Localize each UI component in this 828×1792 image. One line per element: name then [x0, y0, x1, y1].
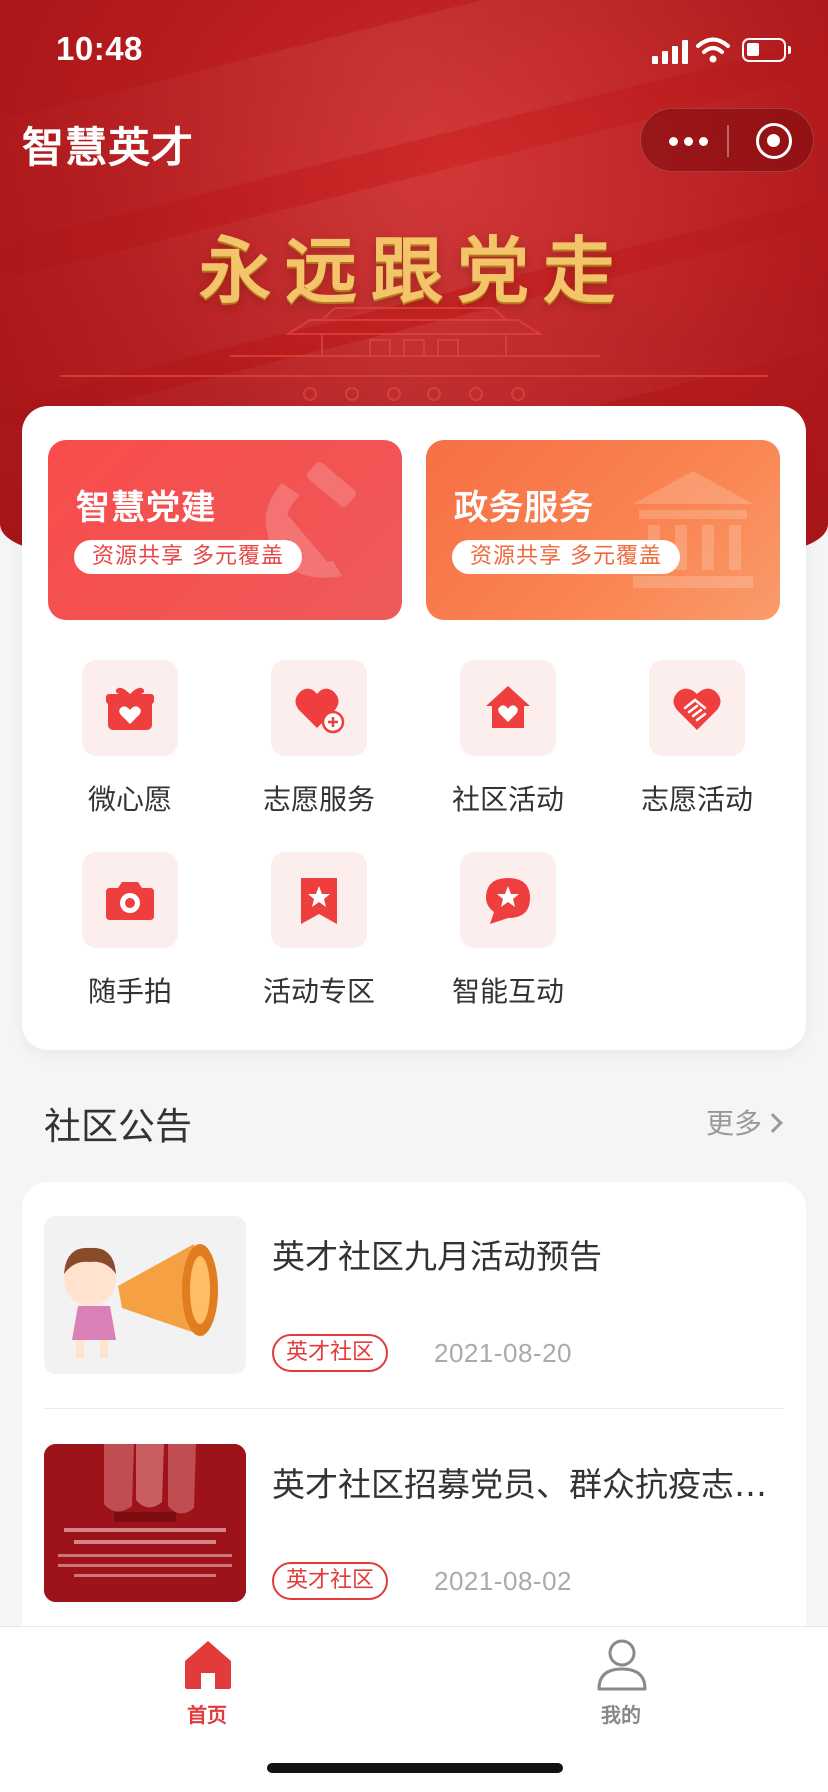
home-icon: [185, 1641, 231, 1689]
more-dots-icon[interactable]: [669, 133, 709, 149]
grid-item-label: 志愿活动: [640, 783, 753, 816]
tab-label: 我的: [601, 1703, 641, 1727]
list-item[interactable]: 英才社区招募党员、群众抗疫志愿者 英才社区 2021-08-02: [44, 1444, 784, 1624]
hammer-sickle-icon: [265, 461, 356, 578]
promo-subtitle: 资源共享 多元覆盖: [452, 540, 680, 574]
government-services-card[interactable]: 政务服务 资源共享 多元覆盖: [426, 440, 780, 620]
notices-more-link[interactable]: 更多: [705, 1102, 783, 1142]
house-heart-icon: [486, 686, 530, 728]
promo-title: 政务服务: [454, 488, 594, 528]
grid-item-smart-interaction[interactable]: 智能互动: [428, 852, 588, 1022]
heart-plus-icon: [295, 688, 345, 734]
services-card: 智慧党建 资源共享 多元覆盖 政务服务 资源共享 多元覆盖 微心愿 志愿服务 社…: [22, 406, 806, 1050]
notice-thumbnail: [44, 1444, 246, 1602]
government-building-icon: [633, 471, 753, 588]
grid-item-volunteer-service[interactable]: 志愿服务: [239, 660, 399, 830]
fists-poster-illustration: [44, 1444, 246, 1602]
grid-item-label: 志愿服务: [262, 783, 375, 816]
status-bar: 10:48: [0, 0, 828, 100]
tab-mine[interactable]: 我的: [551, 1637, 691, 1737]
megaphone-girl-illustration: [64, 1244, 218, 1358]
tab-label: 首页: [187, 1703, 227, 1727]
grid-item-label: 社区活动: [451, 783, 564, 816]
grid-item-label: 活动专区: [262, 975, 375, 1008]
miniprogram-capsule: [640, 108, 814, 172]
bookmark-star-icon: [301, 878, 337, 924]
smart-party-building-card[interactable]: 智慧党建 资源共享 多元覆盖: [48, 440, 402, 620]
handshake-heart-icon: [673, 688, 721, 730]
tiananmen-gate-illustration: [60, 307, 768, 401]
grid-item-label: 随手拍: [87, 975, 172, 1008]
notice-date: 2021-08-20: [434, 1338, 572, 1368]
grid-item-snapshot[interactable]: 随手拍: [50, 852, 210, 1022]
camera-icon: [106, 882, 154, 920]
grid-item-activity-zone[interactable]: 活动专区: [239, 852, 399, 1022]
notices-section-title: 社区公告: [44, 1105, 192, 1148]
chat-star-icon: [486, 878, 530, 924]
battery-icon: [742, 38, 791, 62]
grid-item-micro-wish[interactable]: 微心愿: [50, 660, 210, 830]
status-time: 10:48: [56, 30, 143, 67]
promo-title: 智慧党建: [76, 488, 216, 528]
notice-title: 英才社区招募党员、群众抗疫志愿者: [272, 1465, 784, 1504]
grid-item-label: 微心愿: [87, 783, 172, 816]
notice-thumbnail: [44, 1216, 246, 1374]
grid-item-community-activity[interactable]: 社区活动: [428, 660, 588, 830]
more-label: 更多: [705, 1107, 762, 1140]
wifi-icon: [696, 37, 730, 63]
notice-date: 2021-08-02: [434, 1566, 572, 1596]
grid-item-label: 智能互动: [451, 975, 564, 1008]
gift-heart-icon: [106, 687, 154, 730]
tab-home[interactable]: 首页: [137, 1637, 277, 1737]
home-indicator: [267, 1763, 563, 1773]
close-target-icon[interactable]: [756, 123, 792, 159]
notice-title: 英才社区九月活动预告: [272, 1237, 602, 1276]
signal-icon: [652, 40, 690, 64]
grid-item-volunteer-activity[interactable]: 志愿活动: [617, 660, 777, 830]
app-title: 智慧英才: [22, 123, 195, 172]
list-item[interactable]: 英才社区九月活动预告 英才社区 2021-08-20: [44, 1216, 784, 1396]
user-icon: [597, 1639, 647, 1691]
notice-tag: 英才社区: [272, 1562, 389, 1600]
notice-tag: 英才社区: [272, 1334, 389, 1372]
promo-subtitle: 资源共享 多元覆盖: [74, 540, 302, 574]
chevron-right-icon: [763, 1113, 783, 1133]
